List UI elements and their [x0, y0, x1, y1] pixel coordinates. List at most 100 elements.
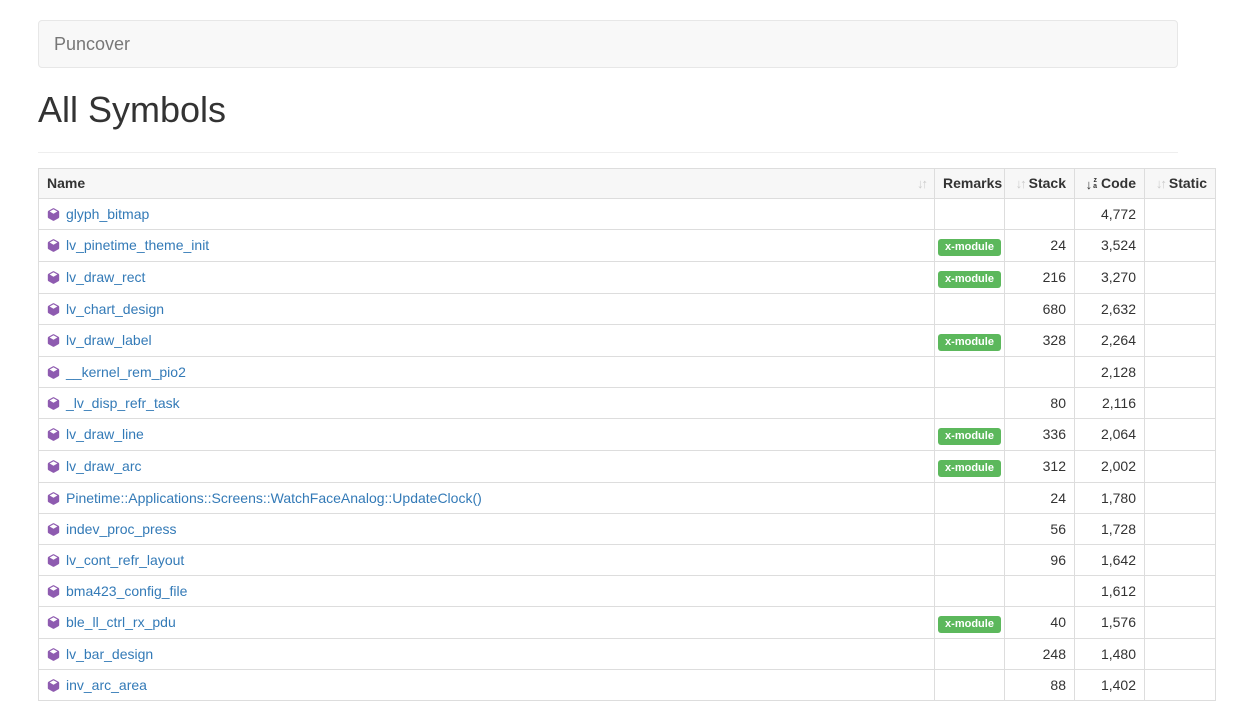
package-cube-icon: [47, 492, 60, 505]
symbol-name-cell: lv_bar_design: [39, 638, 935, 669]
code-cell: 1,780: [1075, 482, 1145, 513]
code-cell: 1,728: [1075, 513, 1145, 544]
symbol-link[interactable]: inv_arc_area: [66, 677, 147, 693]
remarks-cell: x-module: [935, 324, 1005, 356]
column-header-static[interactable]: Static: [1145, 168, 1216, 198]
table-row: glyph_bitmap 4,772: [39, 198, 1216, 229]
symbol-link[interactable]: lv_bar_design: [66, 646, 153, 662]
sort-desc-alpha-icon[interactable]: [1086, 176, 1097, 192]
static-cell: [1145, 606, 1216, 638]
symbol-name-cell: __kernel_rem_pio2: [39, 356, 935, 387]
remarks-cell: x-module: [935, 606, 1005, 638]
remarks-cell: [935, 575, 1005, 606]
remarks-cell: [935, 544, 1005, 575]
stack-cell: 680: [1005, 293, 1075, 324]
stack-cell: 312: [1005, 450, 1075, 482]
page: Puncover All Symbols Name Remarks Stack …: [38, 0, 1260, 701]
table-row: __kernel_rem_pio2 2,128: [39, 356, 1216, 387]
package-cube-icon: [47, 523, 60, 536]
package-cube-icon: [47, 271, 60, 284]
symbol-link[interactable]: bma423_config_file: [66, 583, 187, 599]
symbol-link[interactable]: ble_ll_ctrl_rx_pdu: [66, 614, 176, 630]
table-row: lv_draw_label x-module 328 2,264: [39, 324, 1216, 356]
x-module-badge: x-module: [938, 616, 1001, 633]
symbol-link[interactable]: __kernel_rem_pio2: [66, 364, 186, 380]
stack-cell: 336: [1005, 418, 1075, 450]
remarks-cell: [935, 638, 1005, 669]
column-header-code[interactable]: Code: [1075, 168, 1145, 198]
column-label: Stack: [1029, 175, 1066, 191]
static-cell: [1145, 387, 1216, 418]
x-module-badge: x-module: [938, 239, 1001, 256]
stack-cell: 96: [1005, 544, 1075, 575]
stack-cell: 40: [1005, 606, 1075, 638]
symbol-link[interactable]: lv_draw_line: [66, 426, 144, 442]
symbol-link[interactable]: glyph_bitmap: [66, 206, 149, 222]
symbol-name-cell: lv_draw_label: [39, 324, 935, 356]
sort-both-icon[interactable]: [1156, 176, 1165, 191]
static-cell: [1145, 229, 1216, 261]
stack-cell: 24: [1005, 229, 1075, 261]
remarks-cell: [935, 293, 1005, 324]
symbol-link[interactable]: lv_cont_refr_layout: [66, 552, 184, 568]
stack-cell: [1005, 356, 1075, 387]
static-cell: [1145, 575, 1216, 606]
symbol-name-cell: indev_proc_press: [39, 513, 935, 544]
symbol-link[interactable]: _lv_disp_refr_task: [66, 395, 180, 411]
stack-cell: 24: [1005, 482, 1075, 513]
package-cube-icon: [47, 428, 60, 441]
symbol-name-cell: lv_draw_rect: [39, 261, 935, 293]
table-row: lv_chart_design 680 2,632: [39, 293, 1216, 324]
table-row: lv_cont_refr_layout 96 1,642: [39, 544, 1216, 575]
symbol-link[interactable]: indev_proc_press: [66, 521, 177, 537]
table-row: lv_draw_arc x-module 312 2,002: [39, 450, 1216, 482]
static-cell: [1145, 356, 1216, 387]
symbol-link[interactable]: lv_pinetime_theme_init: [66, 237, 209, 253]
column-header-name[interactable]: Name: [39, 168, 935, 198]
package-cube-icon: [47, 585, 60, 598]
package-cube-icon: [47, 334, 60, 347]
symbol-name-cell: Pinetime::Applications::Screens::WatchFa…: [39, 482, 935, 513]
symbol-name-cell: lv_draw_line: [39, 418, 935, 450]
package-cube-icon: [47, 397, 60, 410]
symbol-link[interactable]: lv_draw_label: [66, 332, 152, 348]
code-cell: 1,576: [1075, 606, 1145, 638]
package-cube-icon: [47, 648, 60, 661]
column-header-remarks[interactable]: Remarks: [935, 168, 1005, 198]
x-module-badge: x-module: [938, 334, 1001, 351]
code-cell: 1,612: [1075, 575, 1145, 606]
column-label: Code: [1101, 175, 1136, 191]
static-cell: [1145, 669, 1216, 700]
static-cell: [1145, 544, 1216, 575]
symbol-link[interactable]: Pinetime::Applications::Screens::WatchFa…: [66, 490, 482, 506]
symbol-name-cell: _lv_disp_refr_task: [39, 387, 935, 418]
remarks-cell: x-module: [935, 229, 1005, 261]
code-cell: 4,772: [1075, 198, 1145, 229]
sort-both-icon[interactable]: [917, 176, 926, 191]
stack-cell: 216: [1005, 261, 1075, 293]
remarks-cell: x-module: [935, 418, 1005, 450]
table-row: bma423_config_file 1,612: [39, 575, 1216, 606]
stack-cell: 80: [1005, 387, 1075, 418]
table-row: lv_draw_rect x-module 216 3,270: [39, 261, 1216, 293]
remarks-cell: [935, 198, 1005, 229]
static-cell: [1145, 638, 1216, 669]
symbol-name-cell: lv_cont_refr_layout: [39, 544, 935, 575]
symbol-link[interactable]: lv_draw_rect: [66, 269, 145, 285]
package-cube-icon: [47, 554, 60, 567]
code-cell: 2,632: [1075, 293, 1145, 324]
package-cube-icon: [47, 616, 60, 629]
symbol-link[interactable]: lv_chart_design: [66, 301, 164, 317]
table-row: lv_bar_design 248 1,480: [39, 638, 1216, 669]
symbol-name-cell: glyph_bitmap: [39, 198, 935, 229]
symbol-link[interactable]: lv_draw_arc: [66, 458, 141, 474]
code-cell: 2,002: [1075, 450, 1145, 482]
static-cell: [1145, 324, 1216, 356]
symbol-name-cell: lv_pinetime_theme_init: [39, 229, 935, 261]
x-module-badge: x-module: [938, 428, 1001, 445]
symbol-name-cell: lv_chart_design: [39, 293, 935, 324]
navbar-brand[interactable]: Puncover: [39, 34, 145, 55]
code-cell: 2,116: [1075, 387, 1145, 418]
sort-both-icon[interactable]: [1016, 176, 1025, 191]
column-header-stack[interactable]: Stack: [1005, 168, 1075, 198]
